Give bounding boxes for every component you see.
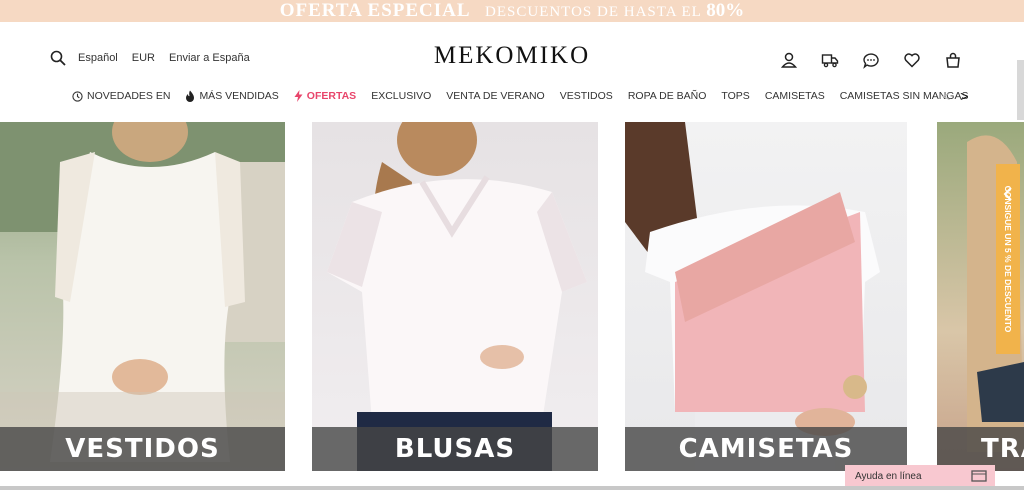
site-header: Español EUR Enviar a España MEKOMIKO	[0, 22, 1024, 94]
nav-item-novedades[interactable]: NOVEDADES EN	[72, 90, 170, 102]
nav-item-tops[interactable]: TOPS	[721, 90, 749, 102]
nav-prev-button[interactable]: <	[942, 88, 950, 104]
product-photo-tshirt	[625, 122, 880, 471]
bolt-icon	[294, 90, 303, 102]
nav-item-ofertas[interactable]: OFERTAS	[294, 90, 356, 102]
online-help-button[interactable]: Ayuda en línea	[845, 465, 995, 488]
chat-icon[interactable]	[862, 51, 880, 69]
nav-item-label: MÁS VENDIDAS	[199, 90, 279, 102]
category-label: VESTIDOS	[65, 434, 220, 464]
promo-banner[interactable]: OFERTA ESPECIAL DESCUENTOS DE HASTA EL 8…	[0, 0, 1024, 22]
category-tile-blusas[interactable]: BLUSAS	[312, 122, 598, 471]
nav-item-label: EXCLUSIVO	[371, 90, 432, 102]
product-photo-blouse	[327, 122, 587, 471]
message-icon	[971, 470, 987, 482]
nav-item-camisetas[interactable]: CAMISETAS	[765, 90, 825, 102]
nav-item-label: OFERTAS	[306, 90, 357, 102]
nav-item-venta-de-verano[interactable]: VENTA DE VERANO	[446, 90, 544, 102]
truck-icon[interactable]	[821, 51, 839, 69]
category-nav: NOVEDADES EN MÁS VENDIDAS OFERTAS EXCLUS…	[0, 86, 1024, 108]
nav-item-label: VENTA DE VERANO	[446, 90, 545, 102]
nav-item-ropa-de-bano[interactable]: ROPA DE BAÑO	[628, 90, 707, 102]
flame-icon	[186, 90, 195, 102]
online-help-label: Ayuda en línea	[855, 471, 922, 482]
nav-item-mas-vendidas[interactable]: MÁS VENDIDAS	[185, 90, 279, 102]
promo-percent: 80%	[706, 0, 745, 21]
page-scrollbar[interactable]	[1017, 60, 1024, 120]
header-icons	[757, 51, 962, 69]
nav-item-label: NOVEDADES EN	[87, 90, 171, 102]
category-label: CAMISETAS	[678, 434, 854, 464]
category-tile-vestidos[interactable]: VESTIDOS	[0, 122, 285, 471]
category-banner: VESTIDOS	[0, 427, 285, 471]
nav-item-label: CAMISETAS	[764, 90, 825, 102]
category-tiles: VESTIDOS BLUSAS CAMISETAS TR	[0, 122, 1024, 471]
clock-icon	[72, 90, 83, 102]
nav-item-vestidos[interactable]: VESTIDOS	[560, 90, 613, 102]
discount-side-tab[interactable]: CONSIGUE UN 5 % DE DESCUENTO	[996, 164, 1020, 354]
promo-headline: OFERTA ESPECIAL	[279, 0, 471, 21]
nav-next-button[interactable]: >	[960, 88, 968, 104]
nav-item-label: ROPA DE BAÑO	[627, 90, 707, 102]
nav-item-label: TOPS	[721, 90, 750, 102]
category-tile-camisetas[interactable]: CAMISETAS	[625, 122, 907, 471]
discount-side-tab-text: CONSIGUE UN 5 % DE DESCUENTO	[1003, 185, 1013, 333]
heart-icon[interactable]	[903, 51, 921, 69]
user-icon[interactable]	[780, 51, 798, 69]
bag-icon[interactable]	[944, 51, 962, 69]
nav-item-label: VESTIDOS	[559, 90, 613, 102]
product-photo-dress	[0, 122, 285, 471]
category-label: TRA	[981, 434, 1024, 464]
bottom-divider	[0, 486, 1024, 490]
nav-items: NOVEDADES EN MÁS VENDIDAS OFERTAS EXCLUS…	[72, 90, 983, 102]
nav-arrows: < >	[942, 88, 968, 104]
category-banner: BLUSAS	[312, 427, 598, 471]
nav-item-exclusivo[interactable]: EXCLUSIVO	[371, 90, 431, 102]
promo-sub: DESCUENTOS DE HASTA EL	[485, 4, 702, 20]
category-label: BLUSAS	[394, 434, 516, 464]
